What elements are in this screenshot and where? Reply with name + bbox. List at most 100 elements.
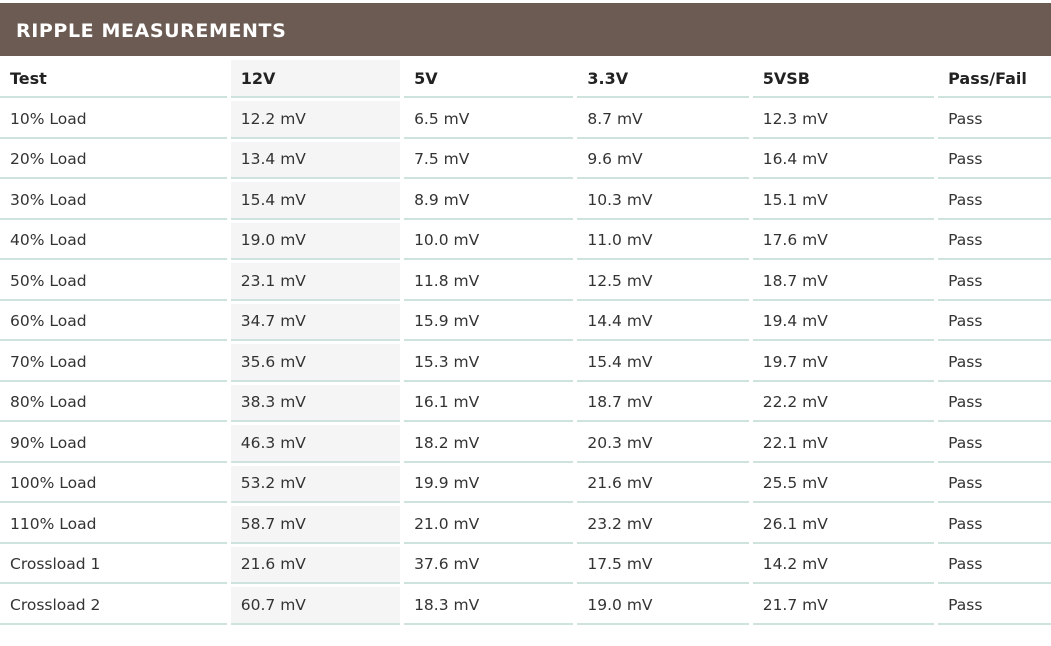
table-row: 60% Load 34.7 mV 15.9 mV 14.4 mV 19.4 mV Pass bbox=[0, 303, 1051, 341]
cell-12v: 19.0 mV bbox=[230, 222, 401, 260]
cell-test: 60% Load bbox=[0, 304, 227, 341]
cell-pass-fail: Pass bbox=[938, 587, 1051, 625]
cell-3v3: 14.4 mV bbox=[577, 304, 749, 341]
cell-5v: 18.3 mV bbox=[404, 587, 574, 625]
cell-test: 90% Load bbox=[0, 425, 227, 463]
cell-5v: 18.2 mV bbox=[404, 425, 574, 463]
cell-5vsb: 21.7 mV bbox=[752, 587, 935, 625]
table-row: 90% Load 46.3 mV 18.2 mV 20.3 mV 22.1 mV Pass bbox=[0, 425, 1051, 463]
cell-5v: 21.0 mV bbox=[404, 506, 574, 544]
cell-12v: 38.3 mV bbox=[230, 384, 401, 422]
table-row: 50% Load 23.1 mV 11.8 mV 12.5 mV 18.7 mV Pass bbox=[0, 263, 1051, 301]
header-row: Test 12V 5V 3.3V 5VSB Pass/Fail bbox=[0, 60, 1051, 98]
table-body: 10% Load 12.2 mV 6.5 mV 8.7 mV 12.3 mV Pass 20… bbox=[0, 101, 1051, 625]
cell-test: 100% Load bbox=[0, 466, 227, 503]
cell-5vsb: 17.6 mV bbox=[752, 223, 935, 260]
cell-pass-fail: Pass bbox=[938, 182, 1051, 220]
table-row: 110% Load 58.7 mV 21.0 mV 23.2 mV 26.1 mV Pas… bbox=[0, 506, 1051, 544]
cell-test: 40% Load bbox=[0, 223, 227, 260]
cell-5v: 19.9 mV bbox=[404, 466, 574, 503]
cell-3v3: 8.7 mV bbox=[577, 101, 749, 139]
cell-12v: 21.6 mV bbox=[230, 546, 401, 584]
cell-pass-fail: Pass bbox=[938, 142, 1051, 179]
column-header-3v3: 3.3V bbox=[577, 60, 749, 98]
table-row: Crossload 1 21.6 mV 37.6 mV 17.5 mV 14.2 mV P… bbox=[0, 546, 1051, 584]
cell-5v: 15.3 mV bbox=[404, 344, 574, 382]
cell-3v3: 17.5 mV bbox=[577, 547, 749, 584]
cell-5v: 16.1 mV bbox=[404, 385, 574, 422]
cell-5vsb: 19.4 mV bbox=[752, 304, 935, 341]
cell-5vsb: 22.1 mV bbox=[752, 425, 935, 463]
cell-3v3: 15.4 mV bbox=[577, 344, 749, 382]
cell-5v: 37.6 mV bbox=[404, 547, 574, 584]
cell-pass-fail: Pass bbox=[938, 466, 1051, 503]
cell-pass-fail: Pass bbox=[938, 425, 1051, 463]
cell-5vsb: 18.7 mV bbox=[752, 263, 935, 301]
cell-5vsb: 22.2 mV bbox=[752, 385, 935, 422]
cell-3v3: 18.7 mV bbox=[577, 385, 749, 422]
cell-5v: 6.5 mV bbox=[404, 101, 574, 139]
cell-test: 110% Load bbox=[0, 506, 227, 544]
cell-5vsb: 19.7 mV bbox=[752, 344, 935, 382]
table-title: RIPPLE MEASUREMENTS bbox=[0, 3, 1051, 56]
cell-5vsb: 15.1 mV bbox=[752, 182, 935, 220]
cell-test: Crossload 1 bbox=[0, 547, 227, 584]
cell-12v: 60.7 mV bbox=[230, 587, 401, 625]
cell-12v: 34.7 mV bbox=[230, 303, 401, 341]
cell-pass-fail: Pass bbox=[938, 385, 1051, 422]
table-row: 20% Load 13.4 mV 7.5 mV 9.6 mV 16.4 mV Pass bbox=[0, 141, 1051, 179]
cell-pass-fail: Pass bbox=[938, 547, 1051, 584]
cell-3v3: 23.2 mV bbox=[577, 506, 749, 544]
ripple-measurements-panel: RIPPLE MEASUREMENTS Test 12V 5V 3.3V 5VS… bbox=[0, 3, 1051, 628]
table-row: 10% Load 12.2 mV 6.5 mV 8.7 mV 12.3 mV Pass bbox=[0, 101, 1051, 139]
table-row: 40% Load 19.0 mV 10.0 mV 11.0 mV 17.6 mV Pass bbox=[0, 222, 1051, 260]
cell-5v: 11.8 mV bbox=[404, 263, 574, 301]
cell-5vsb: 12.3 mV bbox=[752, 101, 935, 139]
column-header-12v: 12V bbox=[230, 60, 401, 98]
cell-3v3: 20.3 mV bbox=[577, 425, 749, 463]
cell-12v: 53.2 mV bbox=[230, 465, 401, 503]
cell-pass-fail: Pass bbox=[938, 263, 1051, 301]
table-row: 100% Load 53.2 mV 19.9 mV 21.6 mV 25.5 mV Pas… bbox=[0, 465, 1051, 503]
cell-3v3: 10.3 mV bbox=[577, 182, 749, 220]
cell-5v: 8.9 mV bbox=[404, 182, 574, 220]
cell-5vsb: 26.1 mV bbox=[752, 506, 935, 544]
cell-pass-fail: Pass bbox=[938, 506, 1051, 544]
cell-pass-fail: Pass bbox=[938, 344, 1051, 382]
cell-12v: 46.3 mV bbox=[230, 425, 401, 463]
column-header-5v: 5V bbox=[404, 60, 574, 98]
cell-test: 30% Load bbox=[0, 182, 227, 220]
cell-5v: 10.0 mV bbox=[404, 223, 574, 260]
cell-5v: 7.5 mV bbox=[404, 142, 574, 179]
cell-5v: 15.9 mV bbox=[404, 304, 574, 341]
cell-test: 50% Load bbox=[0, 263, 227, 301]
cell-test: 10% Load bbox=[0, 101, 227, 139]
cell-12v: 13.4 mV bbox=[230, 141, 401, 179]
cell-test: 70% Load bbox=[0, 344, 227, 382]
ripple-table: Test 12V 5V 3.3V 5VSB Pass/Fail 10% Load… bbox=[0, 57, 1051, 628]
cell-12v: 35.6 mV bbox=[230, 344, 401, 382]
cell-3v3: 19.0 mV bbox=[577, 587, 749, 625]
table-row: 30% Load 15.4 mV 8.9 mV 10.3 mV 15.1 mV Pass bbox=[0, 182, 1051, 220]
cell-3v3: 9.6 mV bbox=[577, 142, 749, 179]
table-row: Crossload 2 60.7 mV 18.3 mV 19.0 mV 21.7 mV P… bbox=[0, 587, 1051, 625]
column-header-test: Test bbox=[0, 60, 227, 98]
column-header-5vsb: 5VSB bbox=[752, 60, 935, 98]
cell-pass-fail: Pass bbox=[938, 304, 1051, 341]
cell-3v3: 11.0 mV bbox=[577, 223, 749, 260]
cell-12v: 58.7 mV bbox=[230, 506, 401, 544]
cell-pass-fail: Pass bbox=[938, 223, 1051, 260]
cell-12v: 12.2 mV bbox=[230, 101, 401, 139]
column-header-pass-fail: Pass/Fail bbox=[938, 60, 1051, 98]
cell-12v: 23.1 mV bbox=[230, 263, 401, 301]
cell-pass-fail: Pass bbox=[938, 101, 1051, 139]
cell-test: 20% Load bbox=[0, 142, 227, 179]
cell-5vsb: 16.4 mV bbox=[752, 142, 935, 179]
cell-5vsb: 14.2 mV bbox=[752, 547, 935, 584]
cell-3v3: 12.5 mV bbox=[577, 263, 749, 301]
table-row: 70% Load 35.6 mV 15.3 mV 15.4 mV 19.7 mV Pass bbox=[0, 344, 1051, 382]
cell-12v: 15.4 mV bbox=[230, 182, 401, 220]
cell-test: 80% Load bbox=[0, 385, 227, 422]
table-row: 80% Load 38.3 mV 16.1 mV 18.7 mV 22.2 mV Pass bbox=[0, 384, 1051, 422]
cell-5vsb: 25.5 mV bbox=[752, 466, 935, 503]
